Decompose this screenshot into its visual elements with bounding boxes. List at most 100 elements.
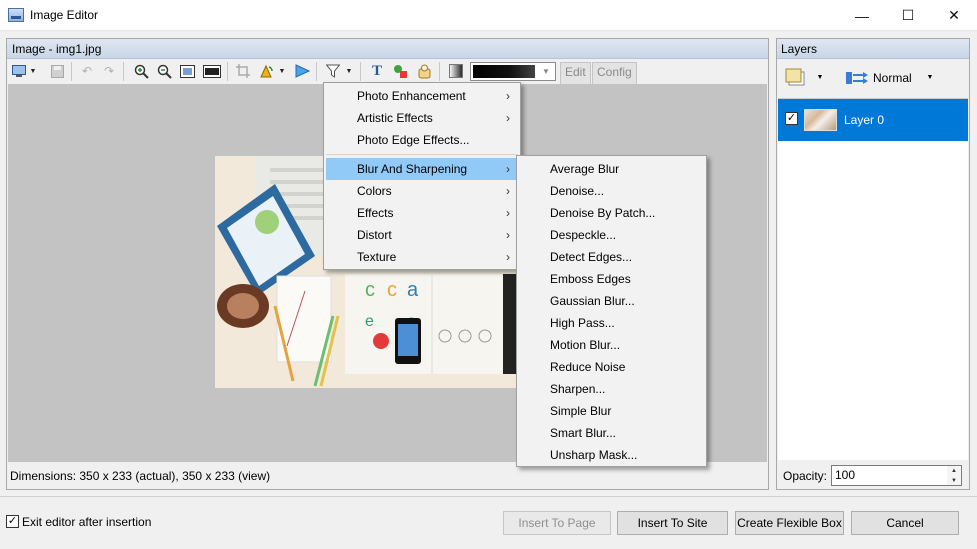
toolbar-separator (71, 62, 72, 81)
menu-item-effects[interactable]: Effects › (326, 202, 518, 224)
menu-item-sharpen[interactable]: Sharpen... (519, 378, 704, 400)
chevron-right-icon: › (506, 228, 510, 242)
menu-item-blur-and-sharpening[interactable]: Blur And Sharpening › (326, 158, 518, 180)
svg-text:e: e (365, 313, 374, 330)
insert-to-site-button[interactable]: Insert To Site (617, 511, 728, 535)
menu-item-colors[interactable]: Colors › (326, 180, 518, 202)
chevron-down-icon: ▼ (542, 67, 550, 76)
chevron-right-icon: › (506, 250, 510, 264)
chevron-right-icon: › (506, 162, 510, 176)
chevron-right-icon: › (506, 89, 510, 103)
menu-item-label: Colors (357, 184, 392, 198)
dimensions-status: Dimensions: 350 x 233 (actual), 350 x 23… (10, 469, 271, 483)
color-swatch (473, 65, 535, 78)
opacity-label: Opacity: (783, 469, 828, 483)
menu-item-high-pass[interactable]: High Pass... (519, 312, 704, 334)
maximize-button[interactable]: ☐ (885, 0, 931, 31)
menu-item-despeckle[interactable]: Despeckle... (519, 224, 704, 246)
blend-mode-icon (845, 70, 869, 86)
toolbar-separator (439, 62, 440, 81)
play-arrow-icon[interactable] (294, 63, 310, 79)
menu-item-motion-blur[interactable]: Motion Blur... (519, 334, 704, 356)
chevron-down-icon[interactable]: ▼ (345, 63, 353, 79)
menu-item-detect-edges[interactable]: Detect Edges... (519, 246, 704, 268)
color-picker-dropdown[interactable]: ▼ (470, 62, 556, 81)
chevron-down-icon[interactable]: ▼ (815, 70, 825, 86)
menu-item-label: Photo Edge Effects... (357, 133, 470, 147)
toolbar-separator (360, 62, 361, 81)
svg-text:c: c (365, 279, 375, 301)
menu-item-label: Effects (357, 206, 394, 220)
menu-item-average-blur[interactable]: Average Blur (519, 158, 704, 180)
layers-list: ✓ Layer 0 (778, 98, 968, 460)
opacity-input[interactable]: 100 (831, 465, 951, 486)
filter-menu: Photo Enhancement › Artistic Effects › Pho… (323, 82, 521, 270)
create-flexible-box-button[interactable]: Create Flexible Box (735, 511, 844, 535)
opacity-spinner[interactable]: ▲ ▼ (947, 465, 962, 486)
menu-item-label: Texture (357, 250, 397, 264)
window-title: Image Editor (30, 8, 99, 22)
cancel-button[interactable]: Cancel (851, 511, 959, 535)
chevron-right-icon: › (506, 184, 510, 198)
close-button[interactable]: ✕ (931, 0, 977, 31)
menu-item-unsharp-mask[interactable]: Unsharp Mask... (519, 444, 704, 466)
menu-item-texture[interactable]: Texture › (326, 246, 518, 268)
chevron-down-icon[interactable]: ▼ (278, 63, 286, 79)
toolbar-separator (316, 62, 317, 81)
monitor-view-icon[interactable] (11, 63, 27, 79)
layer-stack-icon[interactable] (785, 67, 807, 89)
actual-size-100-icon[interactable] (203, 63, 221, 79)
blend-mode-dropdown[interactable]: Normal (873, 71, 912, 85)
blur-sharpening-submenu: Average Blur Denoise... Denoise By Patch… (516, 155, 707, 467)
insert-to-page-button[interactable]: Insert To Page (503, 511, 611, 535)
chevron-right-icon: › (506, 206, 510, 220)
image-panel-title: Image - img1.jpg (7, 39, 768, 59)
filter-funnel-icon[interactable] (325, 63, 341, 79)
zoom-out-icon[interactable] (156, 63, 172, 79)
menu-item-artistic-effects[interactable]: Artistic Effects › (326, 107, 518, 129)
toolbar-separator (227, 62, 228, 81)
toolbar-separator (123, 62, 124, 81)
exit-after-insert-label[interactable]: Exit editor after insertion (22, 515, 151, 529)
zoom-in-icon[interactable] (133, 63, 149, 79)
layer-thumbnail (804, 109, 837, 131)
save-disk-icon (49, 63, 65, 79)
menu-item-photo-enhancement[interactable]: Photo Enhancement › (326, 85, 518, 107)
fit-to-window-icon[interactable] (179, 63, 195, 79)
menu-item-emboss-edges[interactable]: Emboss Edges (519, 268, 704, 290)
gradient-icon[interactable] (448, 63, 464, 79)
svg-text:c: c (387, 279, 397, 301)
menu-item-label: Artistic Effects (357, 111, 433, 125)
layer-visibility-checkbox[interactable]: ✓ (785, 112, 798, 125)
chevron-down-icon[interactable]: ▼ (29, 63, 37, 79)
chevron-right-icon: › (506, 111, 510, 125)
rotate-flip-icon[interactable] (258, 63, 274, 79)
crop-icon (235, 63, 251, 79)
minimize-button[interactable]: — (839, 0, 885, 31)
layer-row[interactable]: ✓ Layer 0 (778, 99, 968, 141)
menu-item-label: Blur And Sharpening (357, 162, 468, 176)
menu-item-label: Distort (357, 228, 392, 242)
menu-item-distort[interactable]: Distort › (326, 224, 518, 246)
clipart-icon[interactable] (416, 63, 432, 79)
menu-item-smart-blur[interactable]: Smart Blur... (519, 422, 704, 444)
redo-icon: ↷ (103, 64, 115, 78)
menu-item-gaussian-blur[interactable]: Gaussian Blur... (519, 290, 704, 312)
image-toolbar: ▼ ↶ ↷ ▼ ▼ T ▼ Edit Config (7, 60, 768, 87)
menu-item-simple-blur[interactable]: Simple Blur (519, 400, 704, 422)
layers-panel-title: Layers (777, 39, 969, 59)
menu-item-photo-edge-effects[interactable]: Photo Edge Effects... (326, 129, 518, 151)
shapes-icon[interactable] (392, 63, 408, 79)
exit-after-insert-checkbox[interactable]: ✓ (6, 515, 19, 528)
menu-separator (326, 154, 518, 155)
menu-item-denoise[interactable]: Denoise... (519, 180, 704, 202)
menu-item-reduce-noise[interactable]: Reduce Noise (519, 356, 704, 378)
layers-panel: Layers ▼ Normal ▼ ✓ Layer 0 Opacity: 100… (776, 38, 970, 490)
chevron-down-icon[interactable]: ▼ (925, 70, 935, 86)
title-bar: Image Editor — ☐ ✕ (0, 0, 977, 31)
menu-item-denoise-by-patch[interactable]: Denoise By Patch... (519, 202, 704, 224)
layer-name: Layer 0 (844, 113, 885, 127)
svg-text:a: a (407, 279, 419, 301)
text-tool-icon[interactable]: T (369, 63, 385, 79)
menu-item-label: Photo Enhancement (357, 89, 466, 103)
